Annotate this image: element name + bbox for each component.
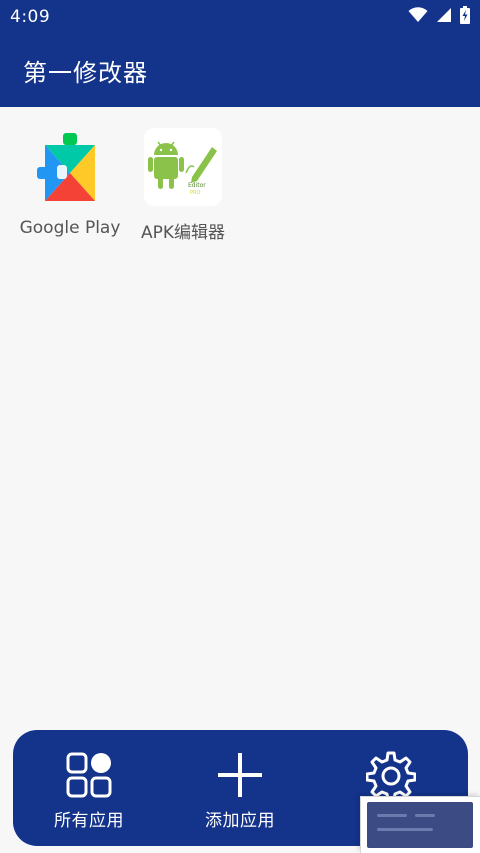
apk-editor-badge-subtext: PRO <box>190 190 200 196</box>
nav-add-app[interactable]: 添加应用 <box>165 730 315 846</box>
page-title: 第一修改器 <box>23 59 148 87</box>
screenshot-thumbnail[interactable] <box>360 796 480 853</box>
app-tile-apk-editor[interactable]: Editor PRO APK编辑器 <box>123 128 243 248</box>
nav-all-apps-label: 所有应用 <box>54 811 124 831</box>
status-time: 4:09 <box>10 7 51 27</box>
app-tile-google-play[interactable]: Google Play <box>10 128 130 248</box>
status-icons <box>408 6 470 28</box>
plus-icon <box>215 750 265 800</box>
app-bar: 第一修改器 <box>0 34 480 107</box>
thumbnail-preview <box>367 802 473 848</box>
wifi-icon <box>408 7 428 27</box>
nav-all-apps[interactable]: 所有应用 <box>14 730 164 846</box>
status-bar: 4:09 <box>0 0 480 34</box>
nav-add-app-label: 添加应用 <box>205 811 275 831</box>
grid-icon <box>64 750 114 800</box>
gear-icon <box>366 750 416 800</box>
signal-icon <box>436 7 452 27</box>
app-label-apk-editor: APK编辑器 <box>140 223 226 243</box>
google-play-icon <box>31 128 109 206</box>
app-label-google-play: Google Play <box>19 218 121 238</box>
apk-editor-icon: Editor PRO <box>144 128 222 206</box>
battery-icon <box>460 6 470 28</box>
apk-editor-badge-text: Editor <box>188 182 206 189</box>
